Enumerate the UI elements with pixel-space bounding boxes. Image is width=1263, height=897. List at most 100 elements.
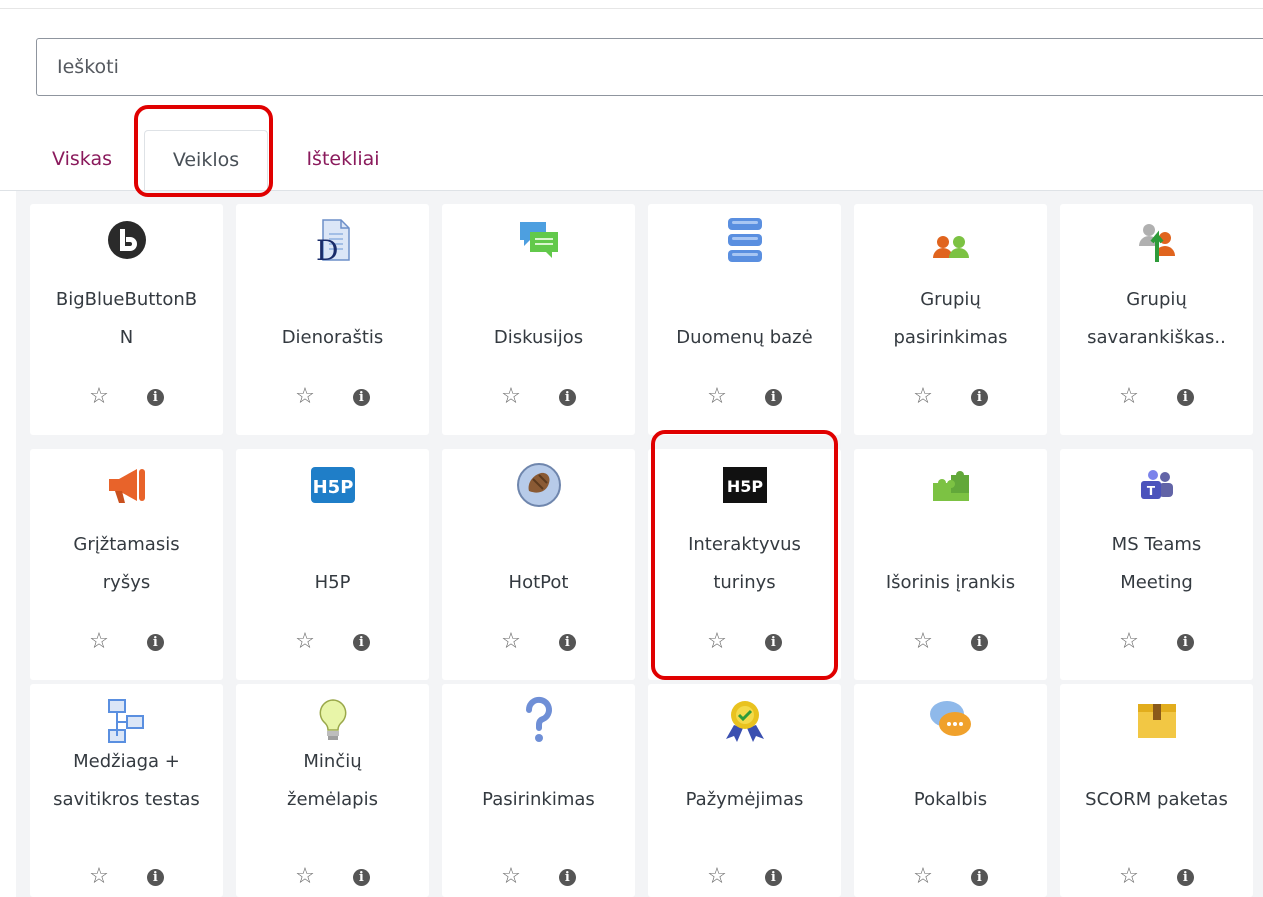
star-icon[interactable]: ☆	[295, 386, 315, 408]
activity-name: Pažymėjimas	[648, 780, 841, 819]
activity-name-text: SCORM paketas	[1085, 789, 1228, 810]
info-icon[interactable]: i	[970, 388, 988, 406]
activity-card[interactable]: Diskusijos ☆ i	[442, 204, 635, 435]
activity-card[interactable]: SCORM paketas ☆ i	[1060, 684, 1253, 897]
info-icon[interactable]: i	[1176, 388, 1194, 406]
info-icon[interactable]: i	[970, 633, 988, 651]
activity-actions: ☆ i	[1060, 625, 1253, 659]
activity-card[interactable]: HotPot ☆ i	[442, 449, 635, 680]
activity-name: Dienoraštis	[236, 300, 429, 357]
hotpot-icon	[442, 461, 635, 509]
activity-card[interactable]: Grupių pasirinkimas ☆ i	[854, 204, 1047, 435]
star-icon[interactable]: ☆	[295, 631, 315, 653]
star-icon[interactable]: ☆	[501, 631, 521, 653]
activity-card[interactable]: Medžiaga + savitikros testas ☆ i	[30, 684, 223, 897]
activity-card[interactable]: Pokalbis ☆ i	[854, 684, 1047, 897]
star-icon[interactable]: ☆	[1119, 386, 1139, 408]
info-icon[interactable]: i	[352, 868, 370, 886]
info-icon[interactable]: i	[558, 633, 576, 651]
activity-card[interactable]: Išorinis įrankis ☆ i	[854, 449, 1047, 680]
svg-text:D: D	[316, 234, 338, 264]
bigbluebutton-icon	[30, 216, 223, 264]
search-input[interactable]	[36, 38, 1263, 96]
activity-card[interactable]: Pasirinkimas ☆ i	[442, 684, 635, 897]
activity-name-text: H5P	[314, 572, 351, 593]
star-icon[interactable]: ☆	[295, 866, 315, 888]
info-icon[interactable]: i	[558, 868, 576, 886]
info-icon[interactable]: i	[146, 633, 164, 651]
scorm-package-icon	[1060, 696, 1253, 744]
question-mark-icon	[442, 696, 635, 744]
activity-name: Pokalbis	[854, 780, 1047, 819]
star-icon[interactable]: ☆	[913, 866, 933, 888]
activity-name-text: Dienoraštis	[281, 327, 384, 348]
activity-name: Grįžtamasis ryšys	[30, 534, 223, 602]
activity-actions: ☆ i	[236, 860, 429, 894]
activity-card[interactable]: Duomenų bazė ☆ i	[648, 204, 841, 435]
star-icon[interactable]: ☆	[501, 386, 521, 408]
lightbulb-icon	[236, 696, 429, 744]
star-icon[interactable]: ☆	[1119, 866, 1139, 888]
star-icon[interactable]: ☆	[707, 386, 727, 408]
star-icon[interactable]: ☆	[707, 866, 727, 888]
activity-actions: ☆ i	[648, 860, 841, 894]
info-icon[interactable]: i	[1176, 868, 1194, 886]
activity-name: Duomenų bazė	[648, 300, 841, 357]
info-icon[interactable]: i	[146, 388, 164, 406]
star-icon[interactable]: ☆	[913, 386, 933, 408]
star-icon[interactable]: ☆	[89, 631, 109, 653]
activity-name-text: Pažymėjimas	[685, 789, 804, 810]
info-icon[interactable]: i	[146, 868, 164, 886]
activity-actions: ☆ i	[30, 860, 223, 894]
top-divider	[0, 8, 1263, 9]
star-icon[interactable]: ☆	[1119, 631, 1139, 653]
activity-name-text: Pasirinkimas	[482, 789, 595, 810]
activity-name-text: Diskusijos	[493, 327, 584, 348]
info-icon[interactable]: i	[558, 388, 576, 406]
lesson-icon	[30, 696, 223, 744]
activity-card[interactable]: Pažymėjimas ☆ i	[648, 684, 841, 897]
star-icon[interactable]: ☆	[501, 866, 521, 888]
activity-actions: ☆ i	[442, 860, 635, 894]
puzzle-icon	[854, 461, 1047, 509]
activity-name: Diskusijos	[442, 300, 635, 357]
activity-card[interactable]: Grupių savarankiškas.. ☆ i	[1060, 204, 1253, 435]
h5p-icon: H5P	[236, 461, 429, 509]
activity-name: HotPot	[442, 545, 635, 602]
star-icon[interactable]: ☆	[89, 386, 109, 408]
activity-card[interactable]: BigBlueButtonB N ☆ i	[30, 204, 223, 435]
activity-actions: ☆ i	[854, 625, 1047, 659]
tab-istekliai[interactable]: Ištekliai	[288, 130, 398, 191]
group-choice-icon	[854, 216, 1047, 264]
activity-name-text: BigBlueButtonB N	[55, 289, 198, 348]
activity-name-text: Grįžtamasis ryšys	[73, 534, 180, 593]
star-icon[interactable]: ☆	[913, 631, 933, 653]
activity-card[interactable]: H5P H5P ☆ i	[236, 449, 429, 680]
activity-name-text: HotPot	[508, 572, 569, 593]
info-icon[interactable]: i	[352, 388, 370, 406]
star-icon[interactable]: ☆	[89, 866, 109, 888]
info-icon[interactable]: i	[352, 633, 370, 651]
activity-actions: ☆ i	[854, 380, 1047, 414]
feedback-megaphone-icon	[30, 461, 223, 509]
activity-card[interactable]: Minčių žemėlapis ☆ i	[236, 684, 429, 897]
activity-card[interactable]: Grįžtamasis ryšys ☆ i	[30, 449, 223, 680]
info-icon[interactable]: i	[764, 388, 782, 406]
activity-name-text: Minčių žemėlapis	[287, 751, 378, 810]
info-icon[interactable]: i	[764, 868, 782, 886]
activity-actions: ☆ i	[1060, 380, 1253, 414]
tab-viskas[interactable]: Viskas	[40, 130, 124, 191]
activity-name-text: Išorinis įrankis	[885, 572, 1016, 593]
info-icon[interactable]: i	[1176, 633, 1194, 651]
activity-name-text: Medžiaga + savitikros testas	[53, 751, 200, 810]
svg-text:T: T	[1146, 484, 1155, 498]
activity-card[interactable]: T MS Teams Meeting ☆ i	[1060, 449, 1253, 680]
activity-name: Pasirinkimas	[442, 780, 635, 819]
info-icon[interactable]: i	[970, 868, 988, 886]
activity-name: Medžiaga + savitikros testas	[30, 751, 223, 819]
activity-name: Grupių pasirinkimas	[854, 289, 1047, 357]
chat-icon	[854, 696, 1047, 744]
activity-actions: ☆ i	[1060, 860, 1253, 894]
activity-actions: ☆ i	[854, 860, 1047, 894]
activity-card[interactable]: D Dienoraštis ☆ i	[236, 204, 429, 435]
